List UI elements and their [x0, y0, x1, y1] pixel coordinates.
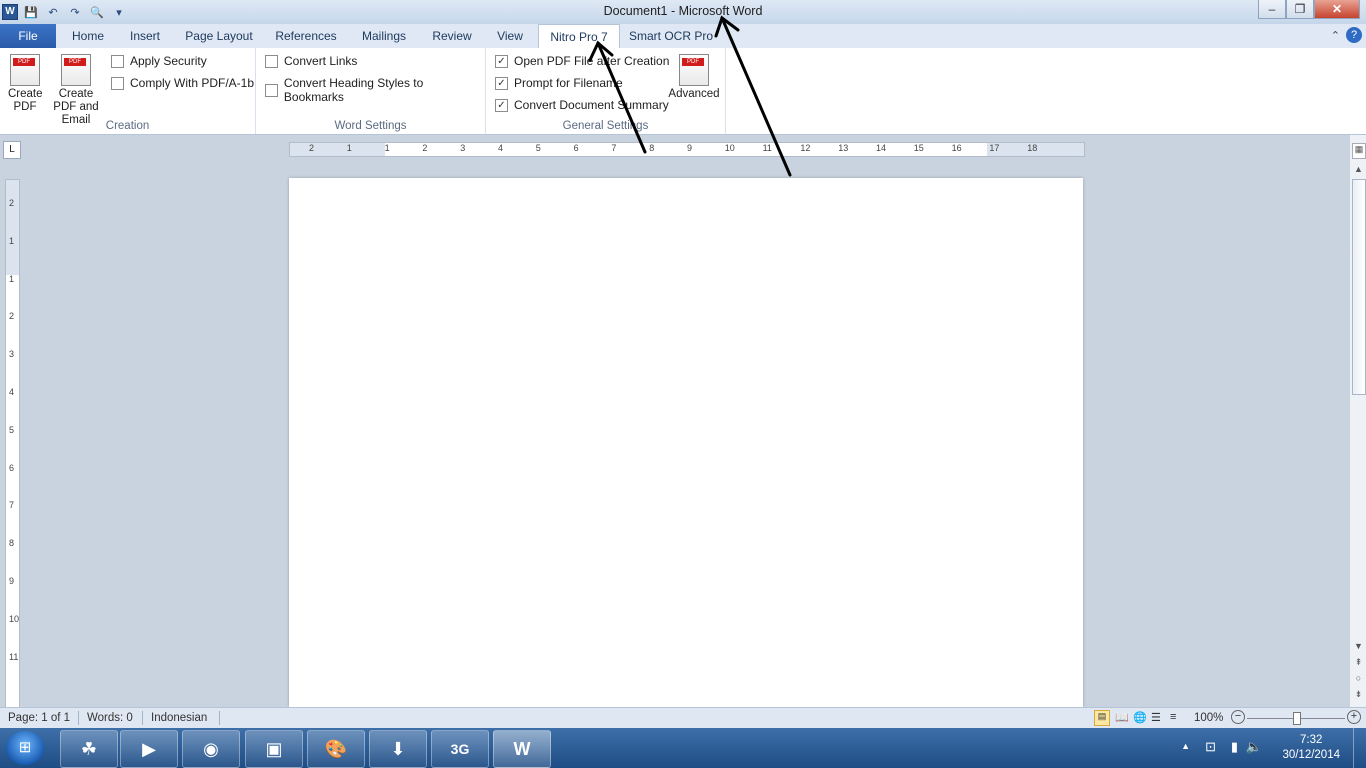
arrow-to-title — [720, 16, 792, 177]
annotation-arrows — [588, 15, 792, 177]
arrow-to-nitro-tab — [596, 41, 647, 154]
